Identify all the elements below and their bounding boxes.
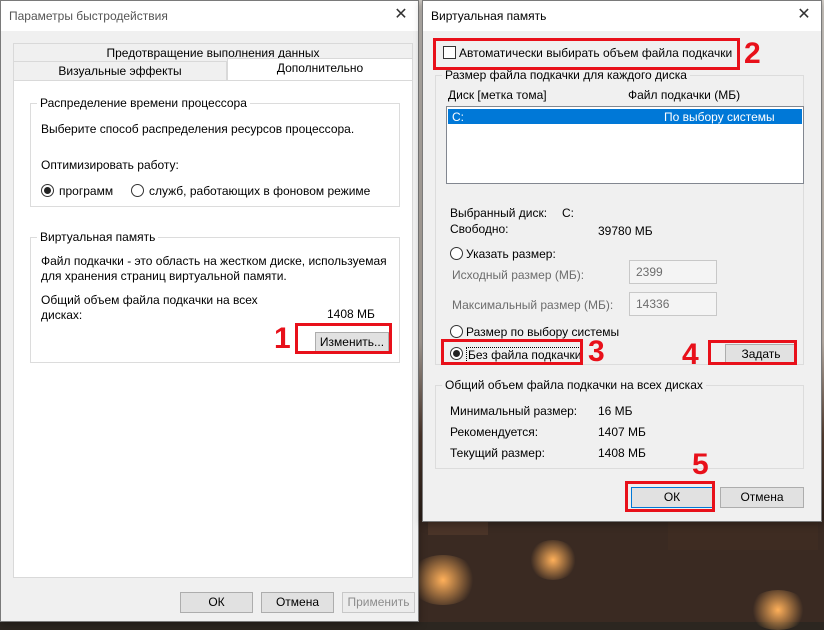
drive-list[interactable]: C: По выбору системы <box>446 106 804 184</box>
min-size-value: 16 МБ <box>598 404 633 418</box>
selected-drive-label: Выбранный диск: <box>450 206 548 220</box>
annotation-number-4: 4 <box>682 338 699 371</box>
perf-apply-button[interactable]: Применить <box>342 592 415 613</box>
per-drive-group-title: Размер файла подкачки для каждого диска <box>442 68 690 82</box>
total-paging-group: Общий объем файла подкачки на всех диска… <box>435 378 804 469</box>
per-drive-group: Размер файла подкачки для каждого диска … <box>435 68 804 365</box>
cpu-desc: Выберите способ распределения ресурсов п… <box>41 122 355 136</box>
tab-advanced-label: Дополнительно <box>276 61 364 75</box>
radio-custom-size[interactable] <box>450 247 463 260</box>
free-label: Свободно: <box>450 222 509 236</box>
radio-custom-size-label[interactable]: Указать размер: <box>466 247 556 261</box>
highlight-change-button <box>295 323 392 354</box>
total-group-title: Общий объем файла подкачки на всех диска… <box>442 378 706 392</box>
radio-system-managed[interactable] <box>450 325 463 338</box>
tab-visual-effects[interactable]: Визуальные эффекты <box>13 61 227 81</box>
vm-group-title: Виртуальная память <box>37 230 159 244</box>
perf-window-title: Параметры быстродействия <box>9 9 168 23</box>
annotation-number-2: 2 <box>744 37 761 70</box>
vm-total-value: 1408 МБ <box>327 307 375 321</box>
current-size-value: 1408 МБ <box>598 446 646 460</box>
cpu-group-title: Распределение времени процессора <box>37 96 250 110</box>
highlight-set-button <box>708 340 797 365</box>
tab-visual-label: Визуальные эффекты <box>58 64 182 78</box>
current-size-label: Текущий размер: <box>450 446 545 460</box>
highlight-auto-checkbox <box>433 38 740 70</box>
initial-size-label: Исходный размер (МБ): <box>452 268 585 282</box>
vm-close-icon[interactable]: ✕ <box>795 6 813 24</box>
max-size-label: Максимальный размер (МБ): <box>452 298 614 312</box>
annotation-number-5: 5 <box>692 448 709 481</box>
col-drive-header: Диск [метка тома] <box>448 88 547 102</box>
virtual-memory-dialog: Виртуальная память ✕ Автоматически выбир… <box>422 0 822 522</box>
cpu-scheduling-group: Распределение времени процессора Выберит… <box>30 96 400 207</box>
recommended-value: 1407 МБ <box>598 425 646 439</box>
radio-programs[interactable] <box>41 184 54 197</box>
min-size-label: Минимальный размер: <box>450 404 578 418</box>
max-size-input[interactable] <box>629 292 717 316</box>
highlight-ok-button <box>625 481 715 512</box>
vm-total-line2: дисках: <box>41 308 83 322</box>
perf-cancel-button[interactable]: Отмена <box>261 592 334 613</box>
vm-desc-line2: для хранения страниц виртуальной памяти. <box>41 269 287 283</box>
drive-row-drive: C: <box>452 110 464 124</box>
radio-programs-label[interactable]: программ <box>59 184 113 198</box>
tab-advanced[interactable]: Дополнительно <box>227 58 413 81</box>
drive-row[interactable]: C: По выбору системы <box>448 109 802 124</box>
col-size-header: Файл подкачки (МБ) <box>628 88 741 102</box>
vm-cancel-button[interactable]: Отмена <box>720 487 804 508</box>
vm-window-title: Виртуальная память <box>431 9 547 23</box>
vm-titlebar: Виртуальная память ✕ <box>423 1 821 31</box>
vm-desc-line1: Файл подкачки - это область на жестком д… <box>41 254 387 268</box>
perf-close-icon[interactable]: ✕ <box>392 6 410 24</box>
radio-services-label[interactable]: служб, работающих в фоновом режиме <box>149 184 370 198</box>
drive-row-size: По выбору системы <box>664 110 775 124</box>
optimize-label: Оптимизировать работу: <box>41 158 179 172</box>
radio-background-services[interactable] <box>131 184 144 197</box>
selected-drive-value: C: <box>562 206 574 220</box>
initial-size-input[interactable] <box>629 260 717 284</box>
perf-titlebar: Параметры быстродействия ✕ <box>1 1 418 31</box>
vm-total-line1: Общий объем файла подкачки на всех <box>41 293 258 307</box>
highlight-no-paging-radio <box>441 339 583 365</box>
perf-ok-button[interactable]: ОК <box>180 592 253 613</box>
performance-options-window: Параметры быстродействия ✕ Предотвращени… <box>0 0 419 622</box>
recommended-label: Рекомендуется: <box>450 425 539 439</box>
free-value: 39780 МБ <box>598 224 653 238</box>
annotation-number-3: 3 <box>588 335 605 368</box>
annotation-number-1: 1 <box>274 322 291 355</box>
